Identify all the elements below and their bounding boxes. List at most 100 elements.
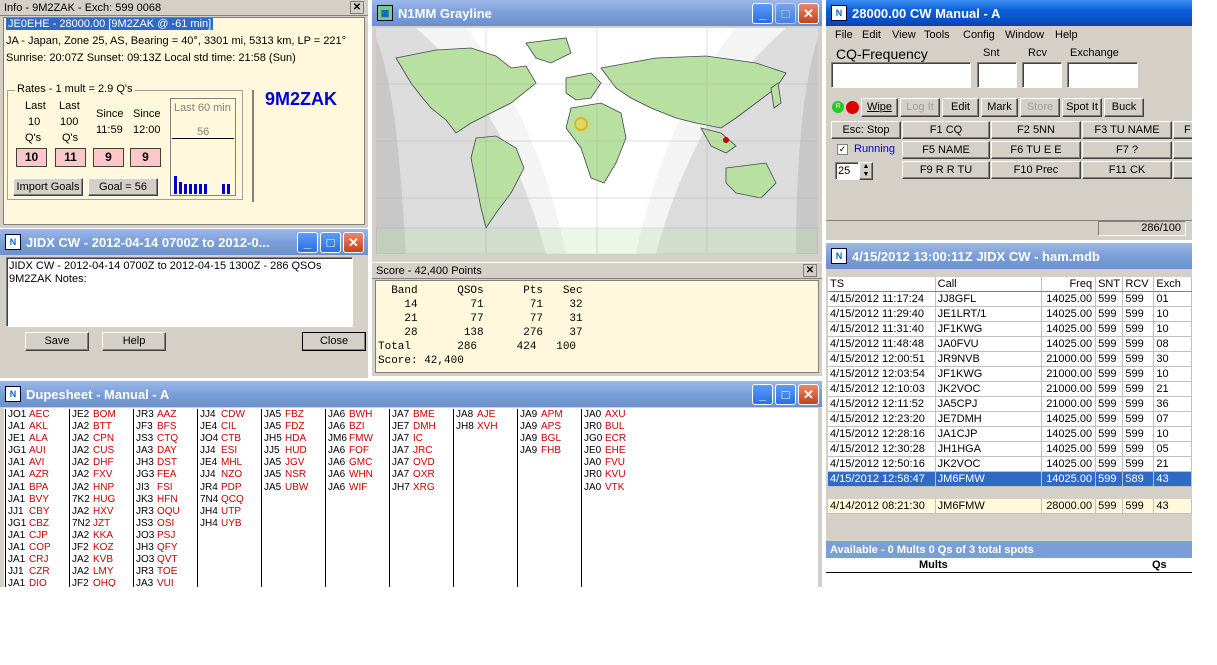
log-col-ts[interactable]: TS: [828, 277, 936, 291]
dupe-entry[interactable]: JJ1 CZR: [6, 566, 69, 578]
log-row[interactable]: 4/15/2012 12:11:52 JA5CPJ 21000.00 599 599 36: [828, 397, 1192, 412]
dupe-entry[interactable]: JR0 BUL: [582, 421, 645, 433]
dupe-entry[interactable]: JA1 COP: [6, 542, 69, 554]
jidx-save-button[interactable]: Save: [25, 332, 89, 351]
dupe-entry[interactable]: JR3 OQU: [134, 506, 197, 518]
fkey-f6[interactable]: F6 TU E E: [991, 141, 1081, 159]
log-col-call[interactable]: Call: [936, 277, 1043, 291]
dupe-entry[interactable]: JA0 AXU: [582, 409, 645, 421]
dupe-entry[interactable]: JH5 HDA: [262, 433, 325, 445]
jidx-maximize-button[interactable]: □: [320, 232, 341, 253]
dupe-entry[interactable]: JA1 CRJ: [6, 554, 69, 566]
rcv-input[interactable]: [1022, 62, 1062, 88]
log-col-freq[interactable]: Freq: [1042, 277, 1097, 291]
snt-input[interactable]: [977, 62, 1017, 88]
dupe-entry[interactable]: JA1 AVI: [6, 457, 69, 469]
wipe-button[interactable]: Wipe: [861, 98, 898, 117]
dupe-entry[interactable]: JE4 MHL: [198, 457, 261, 469]
dupe-entry[interactable]: JA5 NSR: [262, 469, 325, 481]
info-titlebar[interactable]: Info - 9M2ZAK - Exch: 599 0068: [0, 0, 368, 16]
dupe-entry[interactable]: JO4 CTB: [198, 433, 261, 445]
buck-button[interactable]: Buck: [1104, 98, 1144, 117]
dupe-entry[interactable]: JJ1 CBY: [6, 506, 69, 518]
dupe-entry[interactable]: JA6 WIF: [326, 482, 389, 494]
log-row[interactable]: 4/15/2012 12:28:16 JA1CJP 14025.00 599 599 10: [828, 427, 1192, 442]
grayline-close-button[interactable]: ✕: [798, 3, 819, 24]
fkey-f4[interactable]: F: [1173, 121, 1192, 139]
log-row[interactable]: 4/15/2012 12:23:20 JE7DMH 14025.00 599 599 07: [828, 412, 1192, 427]
dupe-entry[interactable]: JO1 AEC: [6, 409, 69, 421]
dupe-entry[interactable]: JA2 LMY: [70, 566, 133, 578]
dupe-entry[interactable]: JA5 UBW: [262, 482, 325, 494]
dupe-entry[interactable]: JA1 CJP: [6, 530, 69, 542]
dupe-entry[interactable]: JJ4 CDW: [198, 409, 261, 421]
spotit-button[interactable]: Spot It: [1062, 98, 1102, 117]
dupe-entry[interactable]: JE1 ALA: [6, 433, 69, 445]
dupe-entry[interactable]: JE2 BOM: [70, 409, 133, 421]
dupe-entry[interactable]: JG3 FEA: [134, 469, 197, 481]
log-row[interactable]: 4/15/2012 11:29:40 JE1LRT/1 14025.00 599 599…: [828, 307, 1192, 322]
dupe-entry[interactable]: JA6 GMC: [326, 457, 389, 469]
log-titlebar[interactable]: N 4/15/2012 13:00:11Z JIDX CW - ham.mdb: [826, 243, 1192, 269]
dupesheet-close-button[interactable]: ✕: [798, 384, 819, 405]
dupe-entry[interactable]: JA5 FDZ: [262, 421, 325, 433]
log-row[interactable]: 4/15/2012 12:00:51 JR9NVB 21000.00 599 599 30: [828, 352, 1192, 367]
fkey-f5[interactable]: F5 NAME: [902, 141, 990, 159]
call-input[interactable]: [831, 62, 971, 88]
dupesheet-maximize-button[interactable]: □: [775, 384, 796, 405]
dupe-entry[interactable]: JA3 VUI: [134, 578, 197, 587]
dupe-entry[interactable]: JA1 BVY: [6, 494, 69, 506]
dupe-entry[interactable]: JA1 AZR: [6, 469, 69, 481]
log-row[interactable]: 4/15/2012 12:03:54 JF1KWG 21000.00 599 599 10: [828, 367, 1192, 382]
dupe-entry[interactable]: JR3 AAZ: [134, 409, 197, 421]
dupe-entry[interactable]: JJ4 NZO: [198, 469, 261, 481]
fkey-f3[interactable]: F3 TU NAME: [1082, 121, 1172, 139]
log-row[interactable]: 4/15/2012 12:10:03 JK2VOC 21000.00 599 599 21: [828, 382, 1192, 397]
menu-view[interactable]: View: [892, 29, 916, 41]
dupe-entry[interactable]: JA1 BPA: [6, 482, 69, 494]
dupe-entry[interactable]: JA2 CPN: [70, 433, 133, 445]
fkey-f10[interactable]: F10 Prec: [991, 161, 1081, 179]
dupe-entry[interactable]: JA0 FVU: [582, 457, 645, 469]
dupe-entry[interactable]: JG1 CBZ: [6, 518, 69, 530]
dupe-entry[interactable]: JO3 PSJ: [134, 530, 197, 542]
dupe-entry[interactable]: 7K2 HUG: [70, 494, 133, 506]
jidx-help-button[interactable]: Help: [102, 332, 166, 351]
dupe-entry[interactable]: JE7 DMH: [390, 421, 453, 433]
dupesheet-minimize-button[interactable]: _: [752, 384, 773, 405]
dupe-entry[interactable]: JG0 ECR: [582, 433, 645, 445]
dupe-entry[interactable]: JM6 FMW: [326, 433, 389, 445]
log-row[interactable]: 4/15/2012 12:58:47 JM6FMW 14025.00 599 589 43: [828, 472, 1192, 487]
dupe-entry[interactable]: JA5 FBZ: [262, 409, 325, 421]
jidx-close-button[interactable]: ✕: [343, 232, 364, 253]
running-checkbox[interactable]: ✓: [837, 144, 848, 155]
info-close-button[interactable]: ✕: [350, 1, 364, 14]
exchange-input[interactable]: [1067, 62, 1138, 88]
menu-tools[interactable]: Tools: [924, 29, 950, 41]
menu-help[interactable]: Help: [1055, 29, 1078, 41]
edit-button[interactable]: Edit: [942, 98, 979, 117]
log-row[interactable]: 4/15/2012 11:31:40 JF1KWG 14025.00 599 599 10: [828, 322, 1192, 337]
dupe-entry[interactable]: JA2 BTT: [70, 421, 133, 433]
menu-config[interactable]: Config: [963, 29, 995, 41]
dupe-entry[interactable]: JE4 CIL: [198, 421, 261, 433]
dupe-entry[interactable]: JA8 AJE: [454, 409, 517, 421]
dupe-entry[interactable]: JE0 EHE: [582, 445, 645, 457]
dupe-entry[interactable]: 7N4 QCQ: [198, 494, 261, 506]
import-goals-button[interactable]: Import Goals: [13, 178, 83, 196]
jidx-minimize-button[interactable]: _: [297, 232, 318, 253]
fkey-f9[interactable]: F9 R R TU: [902, 161, 990, 179]
dupe-entry[interactable]: JA1 DIO: [6, 578, 69, 587]
dupe-entry[interactable]: JA6 BZI: [326, 421, 389, 433]
dupe-entry[interactable]: JA5 JGV: [262, 457, 325, 469]
dupe-entry[interactable]: JH8 XVH: [454, 421, 517, 433]
dupe-entry[interactable]: JA7 OXR: [390, 469, 453, 481]
fkey-f1[interactable]: F1 CQ: [902, 121, 990, 139]
dupe-entry[interactable]: JG1 AUI: [6, 445, 69, 457]
dupe-entry[interactable]: JA7 IC: [390, 433, 453, 445]
dupe-entry[interactable]: JR4 PDP: [198, 482, 261, 494]
dupe-entry[interactable]: JK3 HFN: [134, 494, 197, 506]
dupe-entry[interactable]: JH3 QFY: [134, 542, 197, 554]
score-close-button[interactable]: ✕: [803, 264, 817, 277]
entry-titlebar[interactable]: N 28000.00 CW Manual - A: [826, 0, 1192, 26]
